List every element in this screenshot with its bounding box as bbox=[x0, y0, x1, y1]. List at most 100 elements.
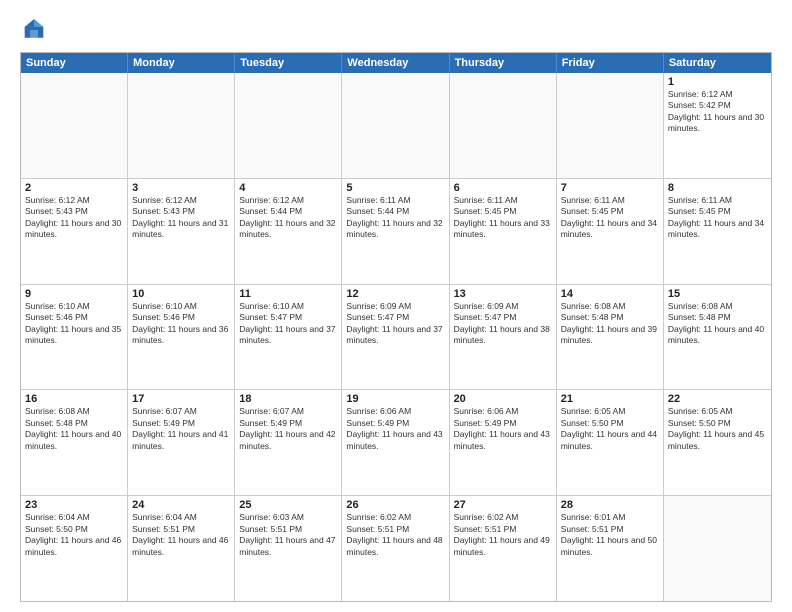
day-number: 4 bbox=[239, 182, 337, 194]
day-info: Sunrise: 6:04 AM Sunset: 5:51 PM Dayligh… bbox=[132, 512, 230, 558]
day-number: 15 bbox=[668, 288, 767, 300]
day-info: Sunrise: 6:11 AM Sunset: 5:45 PM Dayligh… bbox=[561, 195, 659, 241]
day-info: Sunrise: 6:12 AM Sunset: 5:43 PM Dayligh… bbox=[25, 195, 123, 241]
calendar-day-20: 20Sunrise: 6:06 AM Sunset: 5:49 PM Dayli… bbox=[450, 390, 557, 495]
day-number: 2 bbox=[25, 182, 123, 194]
calendar-day-10: 10Sunrise: 6:10 AM Sunset: 5:46 PM Dayli… bbox=[128, 285, 235, 390]
calendar-day-2: 2Sunrise: 6:12 AM Sunset: 5:43 PM Daylig… bbox=[21, 179, 128, 284]
calendar-week-2: 2Sunrise: 6:12 AM Sunset: 5:43 PM Daylig… bbox=[21, 179, 771, 285]
calendar-day-17: 17Sunrise: 6:07 AM Sunset: 5:49 PM Dayli… bbox=[128, 390, 235, 495]
calendar: SundayMondayTuesdayWednesdayThursdayFrid… bbox=[20, 52, 772, 602]
day-info: Sunrise: 6:07 AM Sunset: 5:49 PM Dayligh… bbox=[239, 406, 337, 452]
day-info: Sunrise: 6:09 AM Sunset: 5:47 PM Dayligh… bbox=[454, 301, 552, 347]
day-number: 23 bbox=[25, 499, 123, 511]
calendar-day-4: 4Sunrise: 6:12 AM Sunset: 5:44 PM Daylig… bbox=[235, 179, 342, 284]
weekday-header-monday: Monday bbox=[128, 53, 235, 73]
calendar-day-8: 8Sunrise: 6:11 AM Sunset: 5:45 PM Daylig… bbox=[664, 179, 771, 284]
page: SundayMondayTuesdayWednesdayThursdayFrid… bbox=[0, 0, 792, 612]
weekday-header-friday: Friday bbox=[557, 53, 664, 73]
calendar-day-6: 6Sunrise: 6:11 AM Sunset: 5:45 PM Daylig… bbox=[450, 179, 557, 284]
day-info: Sunrise: 6:08 AM Sunset: 5:48 PM Dayligh… bbox=[668, 301, 767, 347]
day-info: Sunrise: 6:06 AM Sunset: 5:49 PM Dayligh… bbox=[454, 406, 552, 452]
calendar-day-14: 14Sunrise: 6:08 AM Sunset: 5:48 PM Dayli… bbox=[557, 285, 664, 390]
day-info: Sunrise: 6:11 AM Sunset: 5:45 PM Dayligh… bbox=[668, 195, 767, 241]
calendar-day-9: 9Sunrise: 6:10 AM Sunset: 5:46 PM Daylig… bbox=[21, 285, 128, 390]
weekday-header-tuesday: Tuesday bbox=[235, 53, 342, 73]
day-number: 19 bbox=[346, 393, 444, 405]
day-number: 1 bbox=[668, 76, 767, 88]
calendar-week-5: 23Sunrise: 6:04 AM Sunset: 5:50 PM Dayli… bbox=[21, 496, 771, 601]
calendar-day-22: 22Sunrise: 6:05 AM Sunset: 5:50 PM Dayli… bbox=[664, 390, 771, 495]
calendar-week-3: 9Sunrise: 6:10 AM Sunset: 5:46 PM Daylig… bbox=[21, 285, 771, 391]
day-number: 8 bbox=[668, 182, 767, 194]
day-number: 25 bbox=[239, 499, 337, 511]
day-info: Sunrise: 6:06 AM Sunset: 5:49 PM Dayligh… bbox=[346, 406, 444, 452]
calendar-day-15: 15Sunrise: 6:08 AM Sunset: 5:48 PM Dayli… bbox=[664, 285, 771, 390]
day-number: 17 bbox=[132, 393, 230, 405]
calendar-day-3: 3Sunrise: 6:12 AM Sunset: 5:43 PM Daylig… bbox=[128, 179, 235, 284]
calendar-day-26: 26Sunrise: 6:02 AM Sunset: 5:51 PM Dayli… bbox=[342, 496, 449, 601]
calendar-day-1: 1Sunrise: 6:12 AM Sunset: 5:42 PM Daylig… bbox=[664, 73, 771, 178]
day-info: Sunrise: 6:07 AM Sunset: 5:49 PM Dayligh… bbox=[132, 406, 230, 452]
day-info: Sunrise: 6:02 AM Sunset: 5:51 PM Dayligh… bbox=[346, 512, 444, 558]
calendar-day-19: 19Sunrise: 6:06 AM Sunset: 5:49 PM Dayli… bbox=[342, 390, 449, 495]
calendar-day-12: 12Sunrise: 6:09 AM Sunset: 5:47 PM Dayli… bbox=[342, 285, 449, 390]
calendar-day-25: 25Sunrise: 6:03 AM Sunset: 5:51 PM Dayli… bbox=[235, 496, 342, 601]
day-info: Sunrise: 6:10 AM Sunset: 5:47 PM Dayligh… bbox=[239, 301, 337, 347]
day-number: 16 bbox=[25, 393, 123, 405]
calendar-day-5: 5Sunrise: 6:11 AM Sunset: 5:44 PM Daylig… bbox=[342, 179, 449, 284]
day-number: 20 bbox=[454, 393, 552, 405]
day-info: Sunrise: 6:12 AM Sunset: 5:42 PM Dayligh… bbox=[668, 89, 767, 135]
day-info: Sunrise: 6:08 AM Sunset: 5:48 PM Dayligh… bbox=[25, 406, 123, 452]
day-number: 10 bbox=[132, 288, 230, 300]
day-info: Sunrise: 6:09 AM Sunset: 5:47 PM Dayligh… bbox=[346, 301, 444, 347]
calendar-day-18: 18Sunrise: 6:07 AM Sunset: 5:49 PM Dayli… bbox=[235, 390, 342, 495]
logo bbox=[20, 16, 52, 44]
day-info: Sunrise: 6:01 AM Sunset: 5:51 PM Dayligh… bbox=[561, 512, 659, 558]
day-info: Sunrise: 6:12 AM Sunset: 5:43 PM Dayligh… bbox=[132, 195, 230, 241]
calendar-empty-cell bbox=[664, 496, 771, 601]
day-number: 11 bbox=[239, 288, 337, 300]
calendar-day-27: 27Sunrise: 6:02 AM Sunset: 5:51 PM Dayli… bbox=[450, 496, 557, 601]
day-number: 7 bbox=[561, 182, 659, 194]
day-number: 22 bbox=[668, 393, 767, 405]
day-info: Sunrise: 6:12 AM Sunset: 5:44 PM Dayligh… bbox=[239, 195, 337, 241]
day-info: Sunrise: 6:08 AM Sunset: 5:48 PM Dayligh… bbox=[561, 301, 659, 347]
day-number: 3 bbox=[132, 182, 230, 194]
day-info: Sunrise: 6:11 AM Sunset: 5:45 PM Dayligh… bbox=[454, 195, 552, 241]
calendar-empty-cell bbox=[235, 73, 342, 178]
calendar-week-1: 1Sunrise: 6:12 AM Sunset: 5:42 PM Daylig… bbox=[21, 73, 771, 179]
day-number: 26 bbox=[346, 499, 444, 511]
day-number: 12 bbox=[346, 288, 444, 300]
day-info: Sunrise: 6:04 AM Sunset: 5:50 PM Dayligh… bbox=[25, 512, 123, 558]
day-number: 27 bbox=[454, 499, 552, 511]
logo-icon bbox=[20, 16, 48, 44]
day-number: 9 bbox=[25, 288, 123, 300]
calendar-day-11: 11Sunrise: 6:10 AM Sunset: 5:47 PM Dayli… bbox=[235, 285, 342, 390]
day-number: 24 bbox=[132, 499, 230, 511]
weekday-header-wednesday: Wednesday bbox=[342, 53, 449, 73]
calendar-empty-cell bbox=[342, 73, 449, 178]
day-info: Sunrise: 6:10 AM Sunset: 5:46 PM Dayligh… bbox=[25, 301, 123, 347]
calendar-day-16: 16Sunrise: 6:08 AM Sunset: 5:48 PM Dayli… bbox=[21, 390, 128, 495]
calendar-header: SundayMondayTuesdayWednesdayThursdayFrid… bbox=[21, 53, 771, 73]
day-info: Sunrise: 6:02 AM Sunset: 5:51 PM Dayligh… bbox=[454, 512, 552, 558]
day-number: 13 bbox=[454, 288, 552, 300]
calendar-day-24: 24Sunrise: 6:04 AM Sunset: 5:51 PM Dayli… bbox=[128, 496, 235, 601]
calendar-empty-cell bbox=[450, 73, 557, 178]
day-number: 6 bbox=[454, 182, 552, 194]
calendar-empty-cell bbox=[128, 73, 235, 178]
calendar-day-21: 21Sunrise: 6:05 AM Sunset: 5:50 PM Dayli… bbox=[557, 390, 664, 495]
calendar-week-4: 16Sunrise: 6:08 AM Sunset: 5:48 PM Dayli… bbox=[21, 390, 771, 496]
day-number: 5 bbox=[346, 182, 444, 194]
day-number: 18 bbox=[239, 393, 337, 405]
calendar-empty-cell bbox=[557, 73, 664, 178]
calendar-empty-cell bbox=[21, 73, 128, 178]
day-number: 21 bbox=[561, 393, 659, 405]
weekday-header-sunday: Sunday bbox=[21, 53, 128, 73]
day-info: Sunrise: 6:05 AM Sunset: 5:50 PM Dayligh… bbox=[561, 406, 659, 452]
calendar-body: 1Sunrise: 6:12 AM Sunset: 5:42 PM Daylig… bbox=[21, 73, 771, 601]
weekday-header-saturday: Saturday bbox=[664, 53, 771, 73]
day-info: Sunrise: 6:05 AM Sunset: 5:50 PM Dayligh… bbox=[668, 406, 767, 452]
calendar-day-28: 28Sunrise: 6:01 AM Sunset: 5:51 PM Dayli… bbox=[557, 496, 664, 601]
